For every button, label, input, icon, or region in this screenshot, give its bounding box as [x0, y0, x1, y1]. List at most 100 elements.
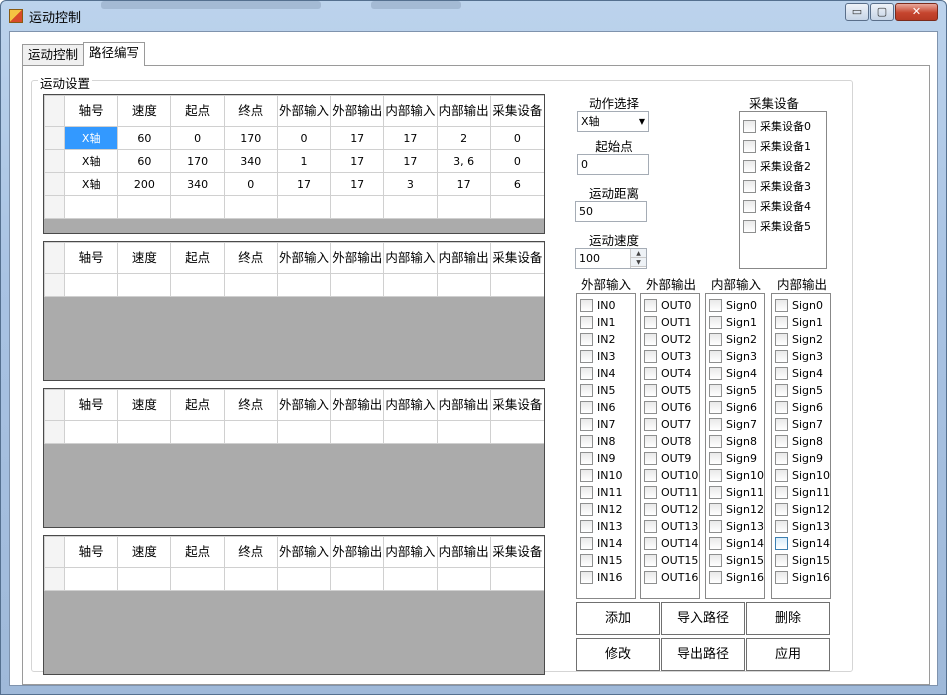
- checkbox[interactable]: [644, 434, 657, 448]
- delete-button[interactable]: 删除: [746, 602, 830, 635]
- checkbox[interactable]: [580, 485, 593, 499]
- checkbox[interactable]: [644, 553, 657, 567]
- column-header[interactable]: 起点: [170, 389, 225, 421]
- table-cell[interactable]: 170: [223, 126, 278, 150]
- table-cell[interactable]: [117, 420, 172, 444]
- table-cell[interactable]: [117, 195, 172, 219]
- column-header[interactable]: 内部输入: [383, 242, 438, 274]
- checkbox-item[interactable]: Sign13: [775, 518, 830, 535]
- checkbox[interactable]: [709, 400, 722, 414]
- table-cell[interactable]: 170: [170, 149, 225, 173]
- checkbox-item[interactable]: Sign5: [775, 382, 823, 399]
- checkbox-item[interactable]: OUT16: [644, 569, 698, 586]
- checkbox-item[interactable]: OUT7: [644, 416, 691, 433]
- spin-up-icon[interactable]: ▲: [631, 249, 646, 258]
- column-header[interactable]: 采集设备: [489, 389, 544, 421]
- column-header[interactable]: 轴号: [64, 242, 119, 274]
- table-cell[interactable]: [383, 420, 438, 444]
- checkbox-item[interactable]: Sign13: [709, 518, 764, 535]
- table-cell[interactable]: [276, 420, 332, 444]
- column-header[interactable]: 内部输出: [436, 536, 491, 568]
- table-cell[interactable]: [330, 567, 385, 591]
- table-row[interactable]: [44, 273, 544, 297]
- checkbox-item[interactable]: 采集设备5: [743, 218, 811, 235]
- checkbox[interactable]: [709, 502, 722, 516]
- checkbox-item[interactable]: IN3: [580, 348, 615, 365]
- table-cell[interactable]: X轴: [64, 126, 119, 150]
- checkbox-item[interactable]: Sign0: [709, 297, 757, 314]
- table-cell[interactable]: 2: [436, 126, 491, 150]
- checkbox-item[interactable]: Sign3: [709, 348, 757, 365]
- table-cell[interactable]: [436, 195, 491, 219]
- checkbox-item[interactable]: OUT5: [644, 382, 691, 399]
- checkbox-item[interactable]: IN0: [580, 297, 615, 314]
- table-cell[interactable]: 6: [489, 172, 544, 196]
- checkbox[interactable]: [709, 570, 722, 584]
- column-header[interactable]: 外部输入: [276, 389, 332, 421]
- table-cell[interactable]: [117, 567, 172, 591]
- checkbox[interactable]: [743, 179, 756, 193]
- checkbox[interactable]: [775, 468, 788, 482]
- maximize-button[interactable]: ▢: [870, 3, 894, 21]
- checkbox[interactable]: [644, 536, 657, 550]
- checkbox-item[interactable]: Sign6: [775, 399, 823, 416]
- checkbox[interactable]: [775, 536, 788, 550]
- checkbox-item[interactable]: OUT14: [644, 535, 698, 552]
- checkbox[interactable]: [709, 553, 722, 567]
- checkbox-item[interactable]: Sign9: [775, 450, 823, 467]
- table-cell[interactable]: [276, 273, 332, 297]
- table-row[interactable]: [44, 420, 544, 444]
- distance-input[interactable]: 50: [575, 201, 647, 222]
- checkbox[interactable]: [775, 349, 788, 363]
- table-cell[interactable]: [330, 273, 385, 297]
- checkbox-item[interactable]: Sign9: [709, 450, 757, 467]
- checkbox-item[interactable]: 采集设备4: [743, 198, 811, 215]
- checkbox[interactable]: [580, 553, 593, 567]
- int-input-list[interactable]: Sign0 Sign1 Sign2 Sign3 Sign4 Sign5 Sign6 Sign7…: [705, 293, 765, 599]
- table-cell[interactable]: [223, 273, 278, 297]
- checkbox-item[interactable]: IN4: [580, 365, 615, 382]
- table-cell[interactable]: 60: [117, 126, 172, 150]
- checkbox-item[interactable]: OUT13: [644, 518, 698, 535]
- checkbox-item[interactable]: IN11: [580, 484, 622, 501]
- table-cell[interactable]: [489, 273, 544, 297]
- checkbox[interactable]: [644, 570, 657, 584]
- checkbox[interactable]: [709, 451, 722, 465]
- column-header[interactable]: 轴号: [64, 389, 119, 421]
- checkbox[interactable]: [644, 332, 657, 346]
- checkbox-item[interactable]: IN15: [580, 552, 622, 569]
- column-header[interactable]: 终点: [223, 95, 278, 127]
- checkbox-item[interactable]: Sign15: [775, 552, 830, 569]
- checkbox[interactable]: [775, 485, 788, 499]
- int-output-list[interactable]: Sign0 Sign1 Sign2 Sign3 Sign4 Sign5 Sign6 Sign7…: [771, 293, 831, 599]
- checkbox-item[interactable]: IN10: [580, 467, 622, 484]
- table-cell[interactable]: 17: [330, 126, 385, 150]
- checkbox[interactable]: [775, 315, 788, 329]
- column-header[interactable]: 内部输入: [383, 389, 438, 421]
- checkbox[interactable]: [743, 159, 756, 173]
- checkbox[interactable]: [580, 451, 593, 465]
- ext-output-list[interactable]: OUT0 OUT1 OUT2 OUT3 OUT4 OUT5 OUT6 OUT7 OUT8 OUT9…: [640, 293, 700, 599]
- checkbox-item[interactable]: Sign2: [709, 331, 757, 348]
- import-path-button[interactable]: 导入路径: [661, 602, 745, 635]
- checkbox[interactable]: [644, 366, 657, 380]
- row-header[interactable]: [44, 149, 66, 173]
- checkbox-item[interactable]: Sign1: [775, 314, 823, 331]
- checkbox-item[interactable]: Sign14: [709, 535, 764, 552]
- column-header[interactable]: 外部输入: [276, 536, 332, 568]
- path-grid-1[interactable]: 轴号 速度 起点 终点 外部输入 外部输出 内部输入 内部输出 采集设备 X轴 60 0 170 0 17 1…: [43, 94, 545, 234]
- column-header[interactable]: 终点: [223, 536, 278, 568]
- column-header[interactable]: 内部输入: [383, 95, 438, 127]
- table-cell[interactable]: 0: [170, 126, 225, 150]
- column-header[interactable]: 采集设备: [489, 242, 544, 274]
- table-cell[interactable]: [64, 195, 119, 219]
- checkbox-item[interactable]: Sign6: [709, 399, 757, 416]
- checkbox-item[interactable]: Sign5: [709, 382, 757, 399]
- table-cell[interactable]: [223, 420, 278, 444]
- checkbox[interactable]: [743, 119, 756, 133]
- table-cell[interactable]: 3, 6: [436, 149, 491, 173]
- close-button[interactable]: ✕: [895, 3, 938, 21]
- checkbox[interactable]: [644, 502, 657, 516]
- table-cell[interactable]: [489, 567, 544, 591]
- checkbox[interactable]: [644, 451, 657, 465]
